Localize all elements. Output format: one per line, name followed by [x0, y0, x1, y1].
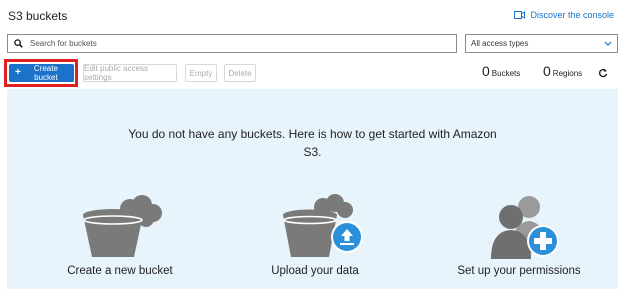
- upload-bucket-icon: [283, 194, 363, 257]
- feature-create-bucket-label: Create a new bucket: [67, 265, 173, 277]
- empty-button[interactable]: Empty: [185, 64, 217, 82]
- access-type-filter[interactable]: All access types: [465, 34, 618, 53]
- search-icon: [8, 39, 28, 48]
- buckets-count-label: Buckets: [491, 69, 521, 78]
- empty-state-panel: You do not have any buckets. Here is how…: [7, 89, 618, 289]
- regions-count-value: 0: [543, 63, 551, 79]
- search-input[interactable]: [28, 38, 456, 49]
- plus-icon: +: [15, 67, 21, 78]
- edit-public-access-button[interactable]: Edit public access settings: [83, 64, 177, 82]
- feature-upload-data-label: Upload your data: [271, 265, 359, 277]
- access-type-selected: All access types: [471, 39, 529, 48]
- buckets-count: 0 Buckets: [482, 63, 520, 79]
- create-bucket-label: Create bucket: [33, 64, 58, 82]
- empty-state-line1: You do not have any buckets. Here is how…: [128, 127, 497, 141]
- buckets-count-value: 0: [482, 63, 490, 79]
- video-icon: [514, 11, 526, 19]
- feature-permissions-label: Set up your permissions: [457, 265, 581, 277]
- empty-state-line2: S3.: [303, 145, 322, 159]
- discover-console-link[interactable]: Discover the console: [514, 10, 614, 20]
- regions-count-label: Regions: [552, 69, 583, 78]
- empty-state-message: You do not have any buckets. Here is how…: [7, 125, 618, 161]
- page-title: S3 buckets: [8, 9, 68, 23]
- bucket-icon: [83, 195, 162, 257]
- create-bucket-button[interactable]: + Create bucket: [9, 64, 74, 82]
- search-box[interactable]: [7, 34, 457, 53]
- delete-button[interactable]: Delete: [224, 64, 256, 82]
- regions-count: 0 Regions: [543, 63, 582, 79]
- refresh-icon[interactable]: [598, 68, 608, 78]
- chevron-down-icon: [604, 41, 612, 46]
- permissions-icon: [491, 196, 559, 259]
- discover-console-label: Discover the console: [530, 10, 614, 20]
